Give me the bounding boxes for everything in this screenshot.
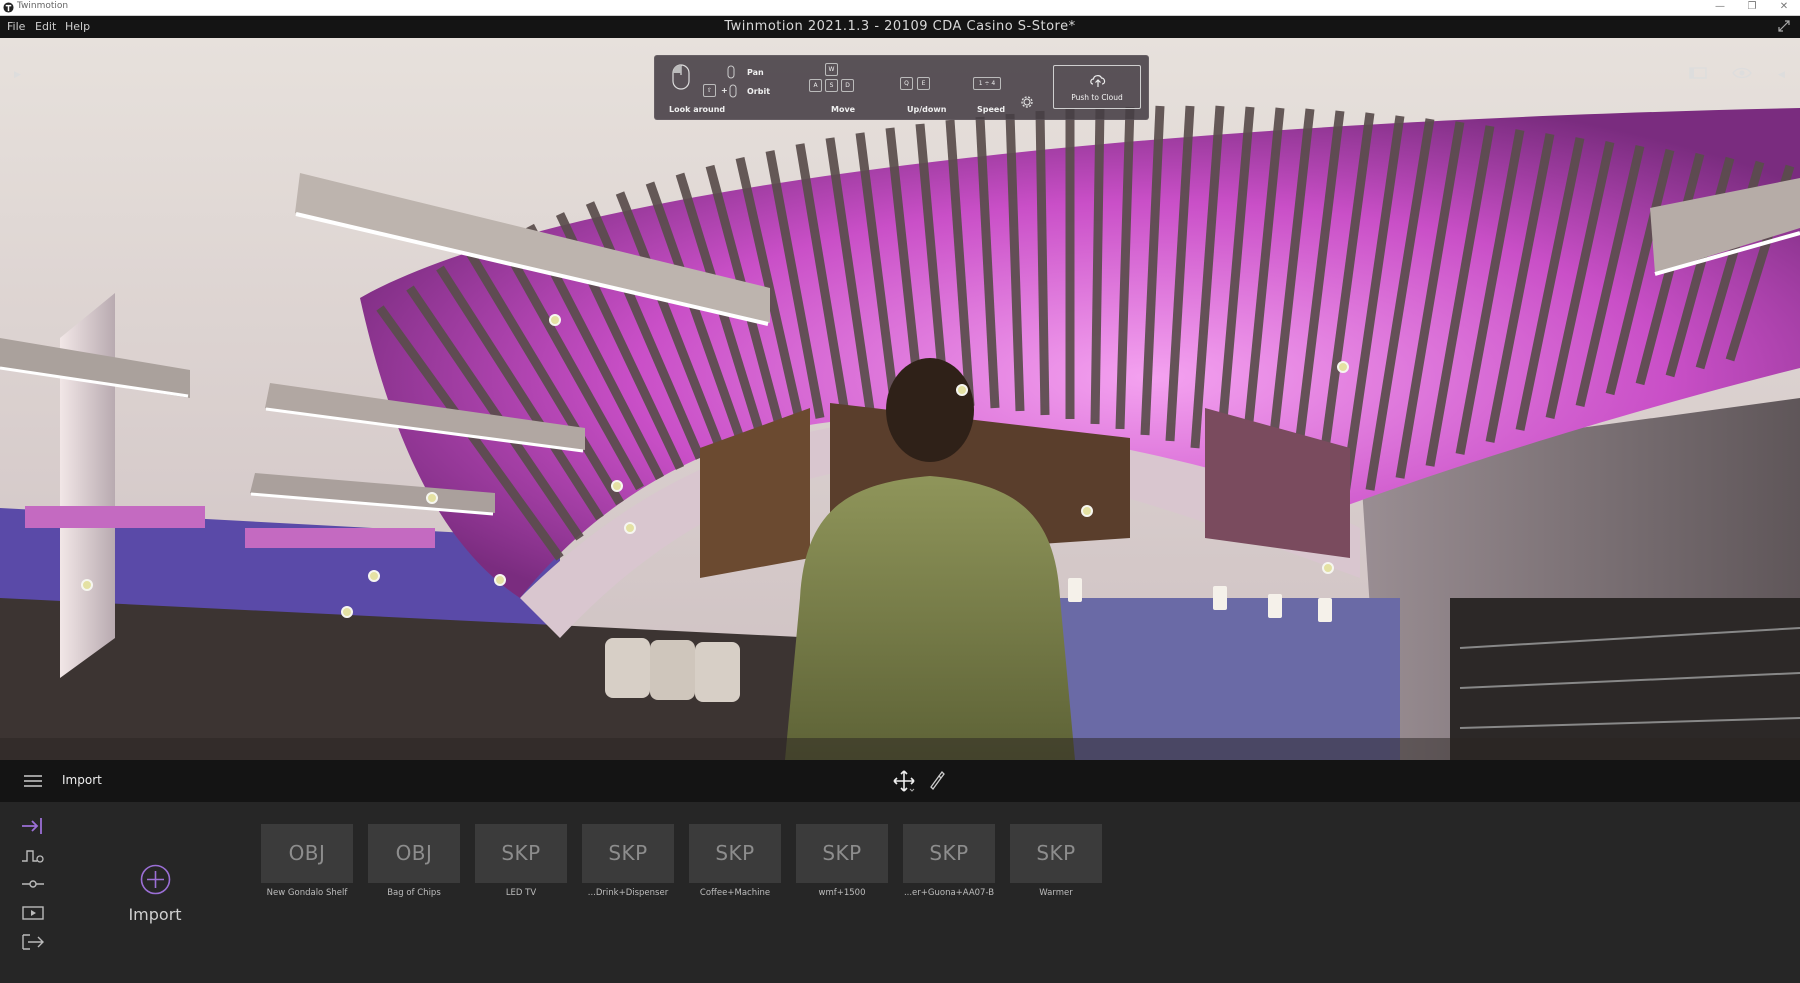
orbit-label: Orbit: [747, 87, 771, 96]
look-around-label: Look around: [669, 105, 726, 114]
plus-sign-icon: +: [721, 86, 728, 95]
push-to-cloud-button[interactable]: Push to Cloud: [1053, 65, 1141, 109]
asset-item[interactable]: SKP LED TV: [475, 824, 567, 898]
mouse-icon: [672, 64, 690, 90]
asset-name: New Gondalo Shelf: [266, 888, 348, 898]
import-button[interactable]: Import: [124, 864, 186, 924]
speed-keys: 1 ÷ 4: [973, 77, 1001, 90]
key-q: Q: [900, 77, 913, 90]
media-tab-icon[interactable]: [20, 903, 46, 923]
twinmotion-logo-icon: [3, 2, 14, 13]
close-button[interactable]: ✕: [1770, 0, 1798, 14]
key-w: W: [825, 63, 838, 76]
os-app-name: Twinmotion: [17, 1, 69, 11]
menu-bar: Twinmotion 2021.1.3 - 20109 CDA Casino S…: [0, 16, 1800, 38]
asset-item[interactable]: SKP wmf+1500: [796, 824, 888, 898]
asset-item[interactable]: OBJ New Gondalo Shelf: [261, 824, 353, 898]
mouse-middle-icon: [727, 65, 735, 79]
key-d: D: [841, 79, 854, 92]
os-title-bar: Twinmotion — ❐ ✕: [0, 0, 1800, 16]
asset-item[interactable]: OBJ Bag of Chips: [368, 824, 460, 898]
bottom-toolbar: Import: [0, 760, 1800, 802]
mouse-orbit-icon: [729, 84, 737, 98]
speed-label: Speed: [977, 105, 1006, 114]
eyedropper-icon[interactable]: [928, 770, 946, 790]
eye-icon[interactable]: [1732, 66, 1752, 80]
navigation-help-panel: Look around Pan ⇧ + Orbit W A S D Move Q…: [654, 55, 1149, 120]
asset-thumbnail: SKP: [796, 824, 888, 883]
path-tab-icon[interactable]: [20, 874, 46, 894]
document-title: Twinmotion 2021.1.3 - 20109 CDA Casino S…: [724, 19, 1076, 34]
asset-name: LED TV: [505, 888, 537, 898]
pan-label: Pan: [747, 68, 764, 77]
menu-edit[interactable]: Edit: [35, 20, 56, 33]
asset-item[interactable]: SKP Coffee+Machine: [689, 824, 781, 898]
right-panel-toggle-icon[interactable]: ◀: [1778, 70, 1785, 80]
asset-thumbnail: SKP: [1010, 824, 1102, 883]
layout-icon[interactable]: [1688, 66, 1708, 80]
asset-name: Coffee+Machine: [699, 888, 771, 898]
asset-thumbnail: SKP: [475, 824, 567, 883]
cloud-upload-icon: [1090, 75, 1106, 87]
section-title: Import: [62, 773, 102, 787]
asset-thumbnail: SKP: [582, 824, 674, 883]
asset-thumbnail: SKP: [903, 824, 995, 883]
left-panel-toggle-icon[interactable]: ▶: [14, 70, 21, 80]
asset-thumbnail: OBJ: [261, 824, 353, 883]
key-e: E: [917, 77, 930, 90]
library-panel: Import OBJ New Gondalo Shelf OBJ Bag of …: [0, 802, 1800, 983]
updown-label: Up/down: [907, 105, 947, 114]
asset-name: Bag of Chips: [387, 888, 441, 898]
scene-render: [0, 38, 1800, 760]
gear-icon[interactable]: [1021, 96, 1033, 108]
asset-name: Warmer: [1039, 888, 1073, 898]
add-circle-icon: [140, 864, 170, 895]
key-s: S: [825, 79, 838, 92]
menu-file[interactable]: File: [7, 20, 25, 33]
asset-item[interactable]: SKP ...er+Guona+AA07-B: [903, 824, 995, 898]
shift-key-icon: ⇧: [703, 84, 716, 97]
import-tab-icon[interactable]: [20, 816, 46, 836]
move-tool-icon[interactable]: [893, 770, 915, 792]
3d-viewport[interactable]: ▶ ◀ Look around Pan ⇧ + Orbit W A S D Mo…: [0, 38, 1800, 760]
context-tab-icon[interactable]: [20, 845, 46, 865]
asset-name: wmf+1500: [818, 888, 866, 898]
asset-thumbnail: SKP: [689, 824, 781, 883]
asset-thumbnail: OBJ: [368, 824, 460, 883]
move-label: Move: [831, 105, 856, 114]
push-to-cloud-label: Push to Cloud: [1071, 93, 1123, 102]
hamburger-menu-icon[interactable]: [23, 774, 43, 788]
asset-item[interactable]: SKP ...Drink+Dispenser: [582, 824, 674, 898]
export-tab-icon[interactable]: [20, 932, 46, 952]
asset-item[interactable]: SKP Warmer: [1010, 824, 1102, 898]
minimize-button[interactable]: —: [1706, 0, 1734, 14]
asset-name: ...Drink+Dispenser: [587, 888, 669, 898]
import-label: Import: [128, 905, 182, 924]
asset-name: ...er+Guona+AA07-B: [903, 888, 995, 898]
menu-help[interactable]: Help: [65, 20, 90, 33]
key-a: A: [809, 79, 822, 92]
restore-button[interactable]: ❐: [1738, 0, 1766, 14]
fullscreen-icon[interactable]: [1778, 20, 1790, 32]
